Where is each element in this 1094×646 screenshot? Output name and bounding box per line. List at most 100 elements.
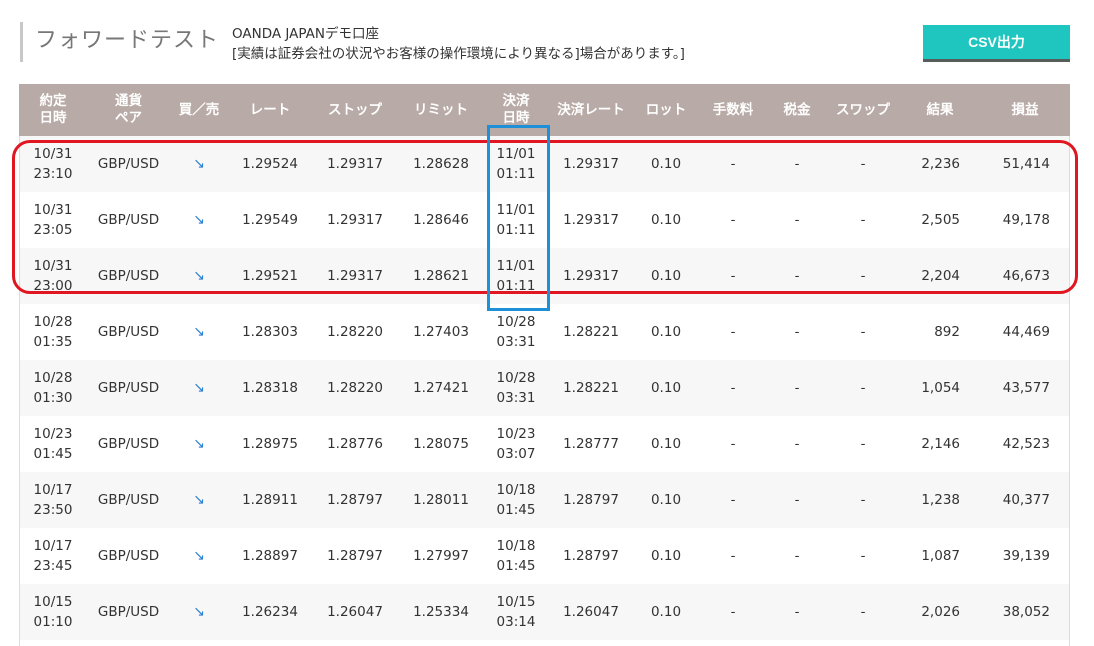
close-datetime-cell-value: 03:07 — [496, 446, 536, 462]
fee-cell-value: - — [730, 156, 736, 172]
close-rate-cell: 1.29317 — [548, 136, 634, 192]
col-close-rate-header: 決済レート — [548, 84, 634, 136]
side-cell: ↘ — [170, 192, 228, 248]
pair-cell: GBP/USD — [87, 472, 170, 528]
pnl-cell: 44,469 — [980, 304, 1070, 360]
rate-cell-value: 1.26234 — [242, 604, 298, 620]
side-cell: ↘ — [170, 136, 228, 192]
close-rate-cell-value: 1.28797 — [563, 492, 619, 508]
limit-cell-value: 1.27403 — [413, 324, 469, 340]
swap-cell-value: - — [860, 268, 866, 284]
table-row[interactable]: 10/31 23:05 GBP/USD ↘ 1.29549 1.29317 1.28646 1… — [19, 192, 1070, 248]
sell-arrow-icon: ↘ — [193, 212, 205, 228]
rate-cell: 1.29524 — [228, 136, 312, 192]
table-row[interactable]: 10/28 01:35 GBP/USD ↘ 1.28303 1.28220 1.27403 1… — [19, 304, 1070, 360]
rate-cell: 1.29549 — [228, 192, 312, 248]
table-row[interactable]: 10/23 01:45 GBP/USD ↘ 1.28975 1.28776 1.28075 1… — [19, 416, 1070, 472]
tax-cell-value: - — [794, 548, 800, 564]
stop-cell-value: 1.29317 — [327, 212, 383, 228]
pair-cell: GBP/USD — [87, 304, 170, 360]
tax-cell-value: - — [794, 156, 800, 172]
lot-cell-value: 0.10 — [650, 324, 682, 340]
fee-cell-value: - — [730, 492, 736, 508]
open-datetime-cell: 10/23 01:45 — [19, 416, 87, 472]
limit-cell-value: 1.27421 — [413, 380, 469, 396]
result-cell-value: 2,505 — [921, 212, 960, 228]
pair-cell: GBP/USD — [87, 416, 170, 472]
header-label: 約定 — [39, 93, 67, 109]
open-datetime-cell-value: 10/23 — [33, 426, 73, 442]
csv-export-button[interactable]: CSV出力 — [923, 25, 1070, 59]
swap-cell: - — [826, 416, 900, 472]
table-row[interactable]: 10/28 01:30 GBP/USD ↘ 1.28318 1.28220 1.27421 1… — [19, 360, 1070, 416]
swap-cell: - — [826, 472, 900, 528]
close-datetime-cell-value: 01:11 — [496, 222, 536, 238]
sell-arrow-icon: ↘ — [193, 380, 205, 396]
pair-cell: GBP/USD — [87, 584, 170, 640]
open-datetime-cell-value: 10/28 — [33, 314, 73, 330]
rate-cell: 1.28897 — [228, 528, 312, 584]
header-label: 決済 — [502, 93, 530, 109]
table-row[interactable]: 10/17 23:50 GBP/USD ↘ 1.28911 1.28797 1.28011 1… — [19, 472, 1070, 528]
open-datetime-cell-value: 10/17 — [33, 482, 73, 498]
fee-cell: - — [698, 360, 768, 416]
rate-cell: 1.29521 — [228, 248, 312, 304]
close-datetime-cell-value: 01:11 — [496, 278, 536, 294]
col-pair-header: 通貨 ペア — [87, 84, 170, 136]
col-result-header: 結果 — [900, 84, 980, 136]
limit-cell-value: 1.28646 — [413, 212, 469, 228]
stop-cell: 1.26047 — [312, 584, 398, 640]
swap-cell-value: - — [860, 156, 866, 172]
result-cell: 2,146 — [900, 416, 980, 472]
fee-cell: - — [698, 584, 768, 640]
table-row[interactable]: 10/31 23:10 GBP/USD ↘ 1.29524 1.29317 1.28628 1… — [19, 136, 1070, 192]
table-row[interactable]: 10/17 23:45 GBP/USD ↘ 1.28897 1.28797 1.27997 1… — [19, 528, 1070, 584]
pnl-cell-value: 42,523 — [1002, 436, 1050, 452]
swap-cell: - — [826, 360, 900, 416]
close-datetime-cell-value: 10/28 — [496, 314, 536, 330]
limit-cell: 1.28646 — [398, 192, 484, 248]
open-datetime-cell: 10/17 23:50 — [19, 472, 87, 528]
close-rate-cell-value: 1.28221 — [563, 380, 619, 396]
header-label: ロット — [645, 101, 687, 118]
swap-cell: - — [826, 136, 900, 192]
pnl-cell-value: 43,577 — [1002, 380, 1050, 396]
close-datetime-cell: 11/01 01:11 — [484, 192, 548, 248]
limit-cell: 1.28621 — [398, 248, 484, 304]
fee-cell-value: - — [730, 380, 736, 396]
fee-cell: - — [698, 472, 768, 528]
pnl-cell-value: 51,414 — [1002, 156, 1050, 172]
table-row[interactable]: 10/15 01:10 GBP/USD ↘ 1.26234 1.26047 1.25334 1… — [19, 584, 1070, 640]
sell-arrow-icon: ↘ — [193, 436, 205, 452]
open-datetime-cell-value: 01:45 — [33, 446, 73, 462]
stop-cell-value: 1.28220 — [327, 324, 383, 340]
stop-cell-value: 1.26047 — [327, 604, 383, 620]
result-cell-value: 2,146 — [921, 436, 960, 452]
swap-cell-value: - — [860, 492, 866, 508]
sell-arrow-icon: ↘ — [193, 604, 205, 620]
lot-cell: 0.10 — [634, 416, 698, 472]
result-cell-value: 1,087 — [921, 548, 960, 564]
col-swap-header: スワップ — [826, 84, 900, 136]
limit-cell: 1.27997 — [398, 528, 484, 584]
tax-cell: - — [768, 584, 826, 640]
fee-cell-value: - — [730, 268, 736, 284]
pnl-cell: 51,414 — [980, 136, 1070, 192]
table-row[interactable]: 10/31 23:00 GBP/USD ↘ 1.29521 1.29317 1.28621 1… — [19, 248, 1070, 304]
result-cell-value: 1,054 — [921, 380, 960, 396]
lot-cell: 0.10 — [634, 136, 698, 192]
fee-cell-value: - — [730, 324, 736, 340]
sell-arrow-icon: ↘ — [193, 492, 205, 508]
table-body: 10/31 23:10 GBP/USD ↘ 1.29524 1.29317 1.28628 1… — [19, 136, 1070, 640]
pair-cell: GBP/USD — [87, 360, 170, 416]
lot-cell: 0.10 — [634, 304, 698, 360]
side-cell: ↘ — [170, 472, 228, 528]
fee-cell: - — [698, 136, 768, 192]
tax-cell-value: - — [794, 324, 800, 340]
swap-cell: - — [826, 528, 900, 584]
tax-cell: - — [768, 416, 826, 472]
lot-cell-value: 0.10 — [650, 156, 682, 172]
rate-cell-value: 1.29549 — [242, 212, 298, 228]
close-datetime-cell-value: 01:45 — [496, 558, 536, 574]
fee-cell: - — [698, 192, 768, 248]
